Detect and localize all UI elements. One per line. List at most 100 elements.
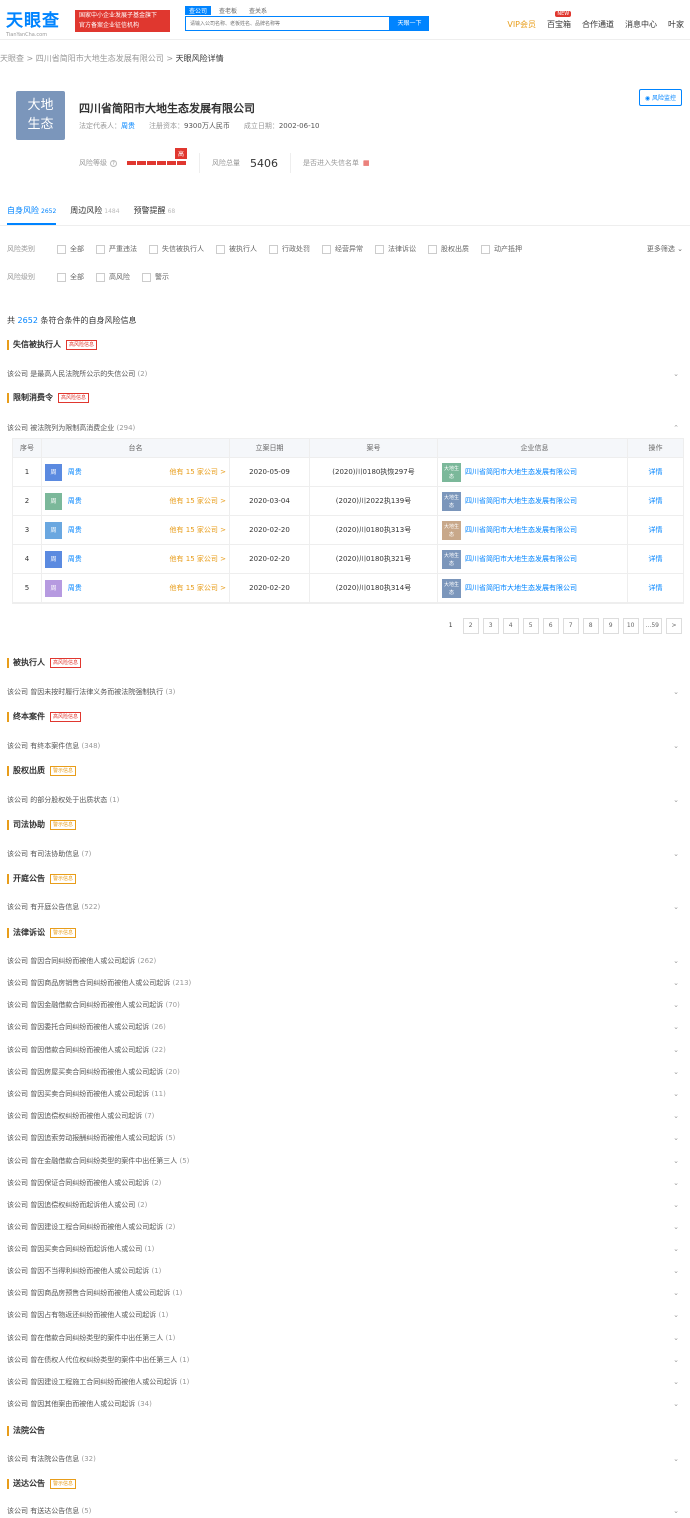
other-companies-link[interactable]: 他有 15 家公司 > [170, 525, 226, 535]
page-button[interactable]: 2 [462, 618, 479, 634]
page-button[interactable]: 3 [482, 618, 499, 634]
risk-row[interactable]: 该公司 曾因金融借款合同纠纷而被他人或公司起诉 (70) ⌄ [7, 998, 683, 1012]
search-input[interactable] [185, 16, 390, 31]
company-link[interactable]: 四川省简阳市大地生态发展有限公司 [465, 583, 577, 593]
chevron-down-icon[interactable]: ⌄ [673, 367, 679, 381]
nav-cooperation[interactable]: 合作通道 [582, 19, 614, 30]
page-button[interactable]: 6 [542, 618, 559, 634]
risk-monitor-button[interactable]: ◉ 风险监控 [638, 89, 682, 106]
filter-type-penalty[interactable]: 行政处罚 [269, 244, 310, 254]
nav-vip[interactable]: VIP会员 [507, 19, 536, 30]
chevron-down-icon[interactable]: ⌄ [673, 1242, 679, 1256]
risk-row[interactable]: 该公司 曾因其他案由而被他人或公司起诉 (34) ⌄ [7, 1397, 683, 1411]
risk-row[interactable]: 该公司 有司法协助信息 (7) ⌄ [7, 847, 683, 861]
next-page-button[interactable]: > [666, 618, 682, 634]
chevron-down-icon[interactable]: ⌄ [673, 1109, 679, 1123]
risk-row[interactable]: 该公司 曾因委托合同纠纷而被他人或公司起诉 (26) ⌄ [7, 1020, 683, 1034]
promo-banner[interactable]: 国家中小企业发展子基金旗下 官方备案企业征信机构 [75, 10, 170, 32]
chevron-down-icon[interactable]: ⌄ [673, 954, 679, 968]
person-name-link[interactable]: 周贵 [68, 467, 82, 477]
page-button[interactable]: 10 [622, 618, 639, 634]
risk-row[interactable]: 该公司 曾因不当得利纠纷而被他人或公司起诉 (1) ⌄ [7, 1264, 683, 1278]
chevron-down-icon[interactable]: ⌄ [673, 1286, 679, 1300]
person-name-link[interactable]: 周贵 [68, 525, 82, 535]
chevron-down-icon[interactable]: ⌄ [673, 1020, 679, 1034]
risk-row[interactable]: 该公司 有送达公告信息 (5) ⌄ [7, 1504, 683, 1518]
risk-row[interactable]: 该公司 被法院列为限制高消费企业 (294) ⌃ [7, 421, 683, 435]
page-button[interactable]: 7 [562, 618, 579, 634]
chevron-down-icon[interactable]: ⌄ [673, 793, 679, 807]
site-logo[interactable]: 天眼查 TianYanCha.com [6, 6, 60, 38]
risk-row[interactable]: 该公司 曾因买卖合同纠纷而被他人或公司起诉 (11) ⌄ [7, 1087, 683, 1101]
risk-row[interactable]: 该公司 的部分股权处于出质状态 (1) ⌄ [7, 793, 683, 807]
detail-link[interactable]: 详情 [628, 516, 683, 544]
filter-type-serious[interactable]: 严重违法 [96, 244, 137, 254]
risk-row[interactable]: 该公司 曾因借款合同纠纷而被他人或公司起诉 (22) ⌄ [7, 1043, 683, 1057]
risk-row[interactable]: 该公司 曾因商品房预售合同纠纷而被他人或公司起诉 (1) ⌄ [7, 1286, 683, 1300]
chevron-down-icon[interactable]: ⌄ [673, 1065, 679, 1079]
breadcrumb-company[interactable]: 四川省简阳市大地生态发展有限公司 [36, 54, 164, 63]
chevron-down-icon[interactable]: ⌄ [673, 900, 679, 914]
legal-rep-link[interactable]: 周贵 [121, 122, 135, 130]
filter-type-lawsuit[interactable]: 法律诉讼 [375, 244, 416, 254]
chevron-down-icon[interactable]: ⌄ [673, 1176, 679, 1190]
company-link[interactable]: 四川省简阳市大地生态发展有限公司 [465, 467, 577, 477]
risk-row[interactable]: 该公司 曾因占有物返还纠纷而被他人或公司起诉 (1) ⌄ [7, 1308, 683, 1322]
search-tab-boss[interactable]: 查老板 [215, 6, 241, 15]
risk-row[interactable]: 该公司 曾因买卖合同纠纷而起诉他人或公司 (1) ⌄ [7, 1242, 683, 1256]
risk-row[interactable]: 该公司 曾因合同纠纷而被他人或公司起诉 (262) ⌄ [7, 954, 683, 968]
risk-row[interactable]: 该公司 曾因商品房销售合同纠纷而被他人或公司起诉 (213) ⌄ [7, 976, 683, 990]
company-link[interactable]: 四川省简阳市大地生态发展有限公司 [465, 554, 577, 564]
tab-surrounding-risk[interactable]: 周边风险 1484 [70, 200, 119, 225]
nav-user[interactable]: 叶家 [668, 19, 684, 30]
chevron-down-icon[interactable]: ⌄ [673, 1452, 679, 1466]
search-tab-relation[interactable]: 查关系 [245, 6, 271, 15]
risk-row[interactable]: 该公司 曾因追索劳动报酬纠纷而被他人或公司起诉 (5) ⌄ [7, 1131, 683, 1145]
help-icon[interactable]: ? [110, 159, 117, 167]
other-companies-link[interactable]: 他有 15 家公司 > [170, 496, 226, 506]
person-name-link[interactable]: 周贵 [68, 554, 82, 564]
other-companies-link[interactable]: 他有 15 家公司 > [170, 467, 226, 477]
tab-warning[interactable]: 预警提醒 68 [134, 200, 176, 225]
chevron-down-icon[interactable]: ⌄ [673, 1264, 679, 1278]
risk-row[interactable]: 该公司 曾因房屋买卖合同纠纷而被他人或公司起诉 (20) ⌄ [7, 1065, 683, 1079]
chevron-up-icon[interactable]: ⌃ [673, 421, 679, 435]
risk-row[interactable]: 该公司 有开庭公告信息 (522) ⌄ [7, 900, 683, 914]
filter-type-all[interactable]: 全部 [57, 244, 84, 254]
detail-link[interactable]: 详情 [628, 458, 683, 486]
filter-type-executed[interactable]: 被执行人 [216, 244, 257, 254]
detail-link[interactable]: 详情 [628, 487, 683, 515]
chevron-down-icon[interactable]: ⌄ [673, 1087, 679, 1101]
risk-row[interactable]: 该公司 曾在金融借款合同纠纷类型的案件中出任第三人 (5) ⌄ [7, 1154, 683, 1168]
page-button[interactable]: 8 [582, 618, 599, 634]
filter-level-warning[interactable]: 警示 [142, 272, 169, 282]
chevron-down-icon[interactable]: ⌄ [673, 1331, 679, 1345]
risk-row[interactable]: 该公司 曾因保证合同纠纷而被他人或公司起诉 (2) ⌄ [7, 1176, 683, 1190]
chevron-down-icon[interactable]: ⌄ [673, 1131, 679, 1145]
other-companies-link[interactable]: 他有 15 家公司 > [170, 583, 226, 593]
chevron-down-icon[interactable]: ⌄ [673, 976, 679, 990]
person-name-link[interactable]: 周贵 [68, 583, 82, 593]
page-button[interactable]: 5 [522, 618, 539, 634]
chevron-down-icon[interactable]: ⌄ [673, 998, 679, 1012]
chevron-down-icon[interactable]: ⌄ [673, 1043, 679, 1057]
chevron-down-icon[interactable]: ⌄ [673, 685, 679, 699]
filter-level-high[interactable]: 高风险 [96, 272, 130, 282]
risk-row[interactable]: 该公司 曾因建设工程合同纠纷而被他人或公司起诉 (2) ⌄ [7, 1220, 683, 1234]
chevron-down-icon[interactable]: ⌄ [673, 1375, 679, 1389]
risk-row[interactable]: 该公司 有终本案件信息 (348) ⌄ [7, 739, 683, 753]
nav-messages[interactable]: 消息中心 [625, 19, 657, 30]
chevron-down-icon[interactable]: ⌄ [673, 1353, 679, 1367]
risk-row[interactable]: 该公司 曾因未按时履行法律义务而被法院强制执行 (3) ⌄ [7, 685, 683, 699]
risk-row[interactable]: 该公司 曾在借款合同纠纷类型的案件中出任第三人 (1) ⌄ [7, 1331, 683, 1345]
risk-row[interactable]: 该公司 曾因追偿权纠纷而被他人或公司起诉 (7) ⌄ [7, 1109, 683, 1123]
search-tab-company[interactable]: 查公司 [185, 6, 212, 15]
filter-type-dishonest[interactable]: 失信被执行人 [149, 244, 204, 254]
chevron-down-icon[interactable]: ⌄ [673, 1397, 679, 1411]
chevron-down-icon[interactable]: ⌄ [673, 739, 679, 753]
company-name[interactable]: 四川省简阳市大地生态发展有限公司 [79, 100, 255, 116]
risk-row[interactable]: 该公司 曾在债权人代位权纠纷类型的案件中出任第三人 (1) ⌄ [7, 1353, 683, 1367]
page-button[interactable]: 1 [442, 618, 459, 634]
company-link[interactable]: 四川省简阳市大地生态发展有限公司 [465, 525, 577, 535]
detail-link[interactable]: 详情 [628, 545, 683, 573]
